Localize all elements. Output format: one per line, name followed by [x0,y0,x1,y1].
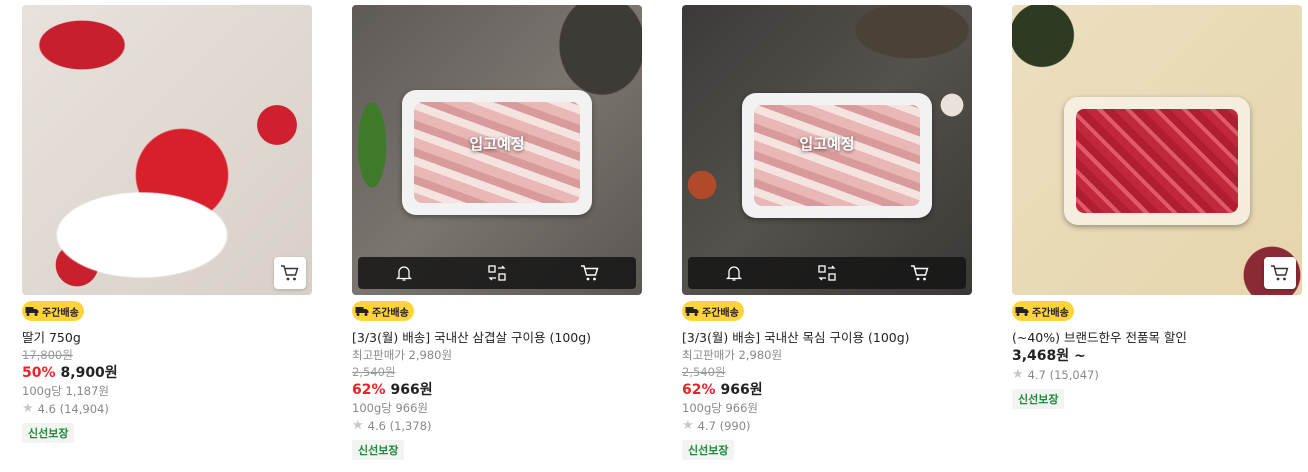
sale-price: 8,900원 [60,365,118,381]
compare-button[interactable] [477,259,517,287]
price-line: 62% 966원 [352,381,642,400]
badge-label: 주간배송 [42,307,79,319]
bell-icon [726,266,743,281]
product-image[interactable] [22,5,312,295]
cart-icon [1271,265,1289,281]
price-line: 50% 8,900원 [22,364,312,383]
product-image[interactable]: 입고예정 [352,5,642,295]
cart-icon [281,265,299,281]
coming-soon-label: 입고예정 [799,135,855,153]
top-price: 최고판매가 2,980원 [682,348,783,362]
rating: ★ 4.7 (15,047) [1012,366,1302,384]
compare-button[interactable] [807,259,847,287]
cart-icon [910,265,929,281]
rating-text: 4.6 (14,904) [37,402,109,416]
product-card[interactable]: 주간배송 (~40%) 브랜드한우 전품목 할인 3,468원 ~ ★ 4.7 … [1012,5,1302,409]
badge-label: 주간배송 [1032,307,1069,319]
sale-price: 3,468원 ~ [1012,348,1086,364]
rating-text: 4.6 (1,378) [367,419,432,433]
add-to-cart-button[interactable] [570,259,610,287]
bell-icon [396,266,413,281]
add-to-cart-button[interactable] [900,259,940,287]
product-row: 주간배송 딸기 750g 17,800원 50% 8,900원 100g당 1,1… [0,0,1308,472]
sale-price: 966원 [720,382,763,398]
unit-price: 100g당 1,187원 [22,384,109,398]
compare-icon [818,265,836,281]
weekly-delivery-badge: 주간배송 [22,301,84,321]
product-card[interactable]: 입고예정 주간배송 [3/3(월) 배송] 국내산 삼겹살 구이용 (100g)… [352,5,642,460]
truck-icon [685,307,699,316]
weekly-delivery-badge: 주간배송 [682,301,744,321]
star-icon: ★ [1012,367,1024,382]
product-name[interactable]: [3/3(월) 배송] 국내산 목심 구이용 (100g) [682,329,972,347]
discount-rate: 50% [22,365,56,381]
discount-rate: 62% [682,382,716,398]
badge-label: 주간배송 [372,307,409,319]
price-line: 3,468원 ~ [1012,347,1302,366]
fresh-guarantee-tag: 신선보장 [352,440,405,460]
action-bar [358,257,636,289]
sale-price: 966원 [390,382,433,398]
weekly-delivery-badge: 주간배송 [1012,301,1074,321]
original-price: 17,800원 [22,348,73,362]
weekly-delivery-badge: 주간배송 [352,301,414,321]
rating: ★ 4.7 (990) [682,417,972,435]
product-card[interactable]: 주간배송 딸기 750g 17,800원 50% 8,900원 100g당 1,1… [22,5,312,443]
add-to-cart-button[interactable] [1264,257,1296,289]
rating: ★ 4.6 (1,378) [352,417,642,435]
fresh-guarantee-tag: 신선보장 [1012,389,1065,409]
price-line: 62% 966원 [682,381,972,400]
rating: ★ 4.6 (14,904) [22,400,312,418]
meat-tray [742,93,932,218]
top-price: 최고판매가 2,980원 [352,348,453,362]
product-card[interactable]: 입고예정 주간배송 [3/3(월) 배송] 국내산 목심 구이용 (100g) … [682,5,972,460]
cart-icon [580,265,599,281]
product-name[interactable]: (~40%) 브랜드한우 전품목 할인 [1012,329,1302,347]
badge-label: 주간배송 [702,307,739,319]
restock-alert-button[interactable] [384,259,424,287]
fresh-guarantee-tag: 신선보장 [22,423,75,443]
truck-icon [25,307,39,316]
action-bar [688,257,966,289]
compare-icon [488,265,506,281]
star-icon: ★ [22,401,34,416]
unit-price: 100g당 966원 [352,401,429,415]
add-to-cart-button[interactable] [274,257,306,289]
coming-soon-label: 입고예정 [469,135,525,153]
rating-text: 4.7 (15,047) [1027,368,1099,382]
unit-price: 100g당 966원 [682,401,759,415]
fresh-guarantee-tag: 신선보장 [682,440,735,460]
product-name[interactable]: 딸기 750g [22,329,312,347]
original-price: 2,540원 [682,365,726,379]
product-image[interactable] [1012,5,1302,295]
beef-tray [1064,97,1250,225]
truck-icon [1015,307,1029,316]
restock-alert-button[interactable] [714,259,754,287]
original-price: 2,540원 [352,365,396,379]
rating-text: 4.7 (990) [697,419,751,433]
discount-rate: 62% [352,382,386,398]
product-image[interactable]: 입고예정 [682,5,972,295]
product-name[interactable]: [3/3(월) 배송] 국내산 삼겹살 구이용 (100g) [352,329,642,347]
star-icon: ★ [682,418,694,433]
truck-icon [355,307,369,316]
star-icon: ★ [352,418,364,433]
